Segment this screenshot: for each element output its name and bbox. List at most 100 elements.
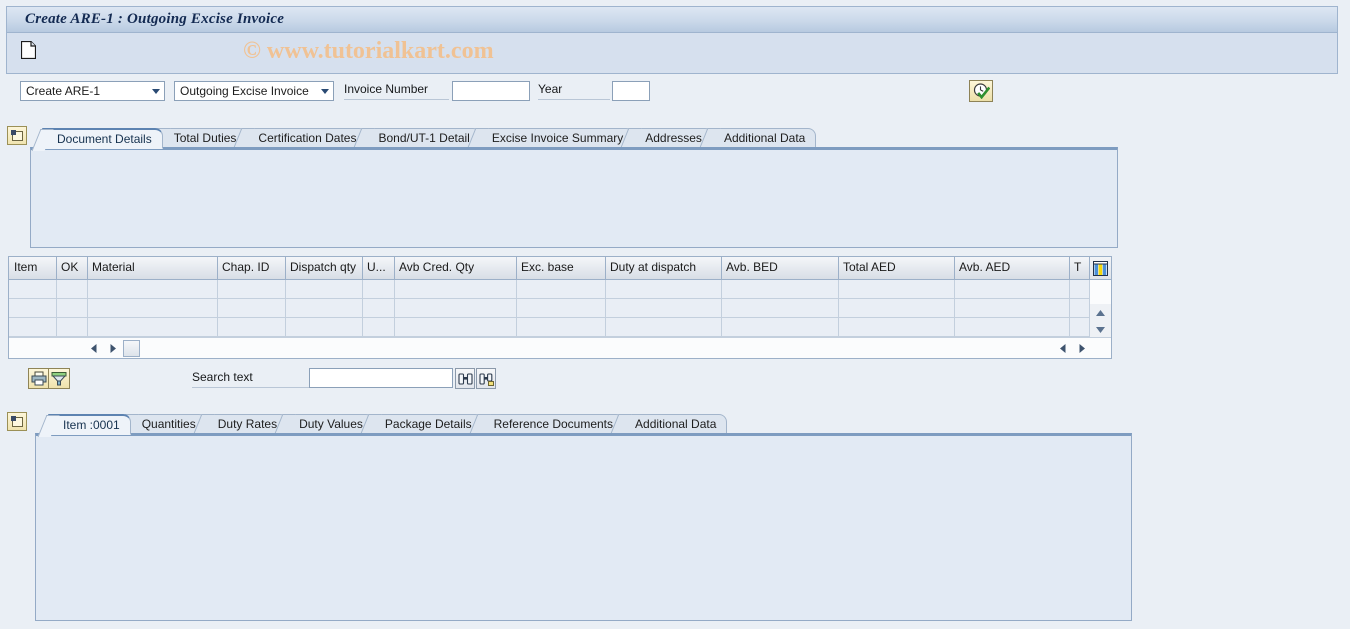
tab-bond-ut-1-detail[interactable]: Bond/UT-1 Detail [363, 128, 481, 149]
tab-additional-data[interactable]: Additional Data [708, 128, 817, 149]
column-header-t[interactable]: T [1070, 257, 1090, 279]
scroll-down-button[interactable] [1090, 321, 1111, 338]
find-next-button[interactable] [476, 368, 496, 389]
scroll-right-button[interactable] [104, 339, 121, 357]
item-tabstrip[interactable]: Item :0001 Quantities Duty Rates Duty Value… [48, 414, 1128, 435]
table-cell[interactable] [57, 318, 88, 336]
table-cell[interactable] [839, 318, 955, 336]
column-header-avb-cred-qty[interactable]: Avb Cred. Qty [395, 257, 517, 279]
table-cell[interactable] [395, 280, 517, 298]
table-row[interactable] [9, 299, 1111, 318]
new-document-icon[interactable] [20, 40, 37, 60]
scroll-left-button[interactable] [85, 339, 102, 357]
column-header-item[interactable]: Item [10, 257, 57, 279]
table-cell[interactable] [839, 280, 955, 298]
table-cell[interactable] [722, 318, 839, 336]
tab-document-details[interactable]: Document Details [42, 128, 163, 149]
search-text-input[interactable] [309, 368, 453, 388]
column-header-duty-at-dispatch[interactable]: Duty at dispatch [606, 257, 722, 279]
execute-button[interactable] [969, 80, 993, 102]
tab-certification-dates[interactable]: Certification Dates [243, 128, 368, 149]
table-row[interactable] [9, 280, 1111, 299]
print-button[interactable] [28, 368, 50, 389]
horizontal-scroll-thumb[interactable] [123, 340, 140, 357]
item-panel-toggle[interactable] [7, 412, 27, 431]
table-cell[interactable] [286, 318, 363, 336]
table-cell[interactable] [517, 318, 606, 336]
clock-check-icon [973, 83, 990, 99]
table-cell[interactable] [10, 280, 57, 298]
header-tabstrip[interactable]: Document Details Total Duties Certificatio… [42, 128, 1142, 149]
items-table-horizontal-scrollbar[interactable] [9, 337, 1111, 358]
table-cell[interactable] [839, 299, 955, 317]
table-cell[interactable] [57, 280, 88, 298]
table-cell[interactable] [1070, 280, 1090, 298]
table-cell[interactable] [88, 299, 218, 317]
table-cell[interactable] [606, 280, 722, 298]
column-header-dispatch-qty[interactable]: Dispatch qty [286, 257, 363, 279]
table-cell[interactable] [395, 318, 517, 336]
invoice-number-input[interactable] [452, 81, 530, 101]
action-select[interactable]: Create ARE-1 [20, 81, 165, 101]
scroll-left-button-right[interactable] [1054, 339, 1071, 357]
table-cell[interactable] [722, 299, 839, 317]
scroll-right-button-right[interactable] [1073, 339, 1090, 357]
table-cell[interactable] [606, 299, 722, 317]
table-cell[interactable] [363, 280, 395, 298]
table-cell[interactable] [363, 299, 395, 317]
table-cell[interactable] [1070, 299, 1090, 317]
table-cell[interactable] [88, 280, 218, 298]
tab-excise-invoice-summary[interactable]: Excise Invoice Summary [476, 128, 635, 149]
scroll-left-icon [1059, 343, 1065, 353]
table-cell[interactable] [1070, 318, 1090, 336]
table-cell[interactable] [955, 318, 1070, 336]
table-cell[interactable] [218, 299, 286, 317]
table-cell[interactable] [606, 318, 722, 336]
year-input[interactable] [612, 81, 650, 101]
table-row[interactable] [9, 318, 1111, 337]
column-header-material[interactable]: Material [88, 257, 218, 279]
column-header-exc-base[interactable]: Exc. base [517, 257, 606, 279]
table-cell[interactable] [57, 299, 88, 317]
table-settings-button[interactable] [1089, 257, 1111, 279]
scroll-up-button[interactable] [1090, 304, 1111, 321]
page-title: Create ARE-1 : Outgoing Excise Invoice [25, 11, 285, 27]
find-button[interactable] [455, 368, 475, 389]
items-table[interactable]: Item OK Material Chap. ID Dispatch qty U... Av… [8, 256, 1112, 359]
column-header-avb-bed[interactable]: Avb. BED [722, 257, 839, 279]
tab-label: Bond/UT-1 Detail [378, 131, 470, 145]
filter-button[interactable] [48, 368, 70, 389]
items-table-body[interactable] [9, 280, 1111, 338]
table-cell[interactable] [955, 280, 1070, 298]
table-cell[interactable] [286, 299, 363, 317]
header-panel-toggle[interactable] [7, 126, 27, 145]
tab-label: Total Duties [173, 131, 237, 145]
table-cell[interactable] [517, 299, 606, 317]
column-header-ok[interactable]: OK [57, 257, 88, 279]
column-header-u[interactable]: U... [363, 257, 395, 279]
table-cell[interactable] [517, 280, 606, 298]
column-header-total-aed[interactable]: Total AED [839, 257, 955, 279]
table-cell[interactable] [10, 299, 57, 317]
table-cell[interactable] [286, 280, 363, 298]
table-cell[interactable] [218, 280, 286, 298]
tab-label: Reference Documents [493, 417, 614, 431]
tab-reference-documents[interactable]: Reference Documents [478, 414, 625, 435]
window-header: Create ARE-1 : Outgoing Excise Invoice [6, 6, 1338, 74]
table-cell[interactable] [363, 318, 395, 336]
table-cell[interactable] [218, 318, 286, 336]
table-cell[interactable] [395, 299, 517, 317]
column-header-chap-id[interactable]: Chap. ID [218, 257, 286, 279]
table-cell[interactable] [88, 318, 218, 336]
tab-package-details[interactable]: Package Details [369, 414, 483, 435]
table-cell[interactable] [10, 318, 57, 336]
table-cell[interactable] [722, 280, 839, 298]
table-cell[interactable] [955, 299, 1070, 317]
items-table-vertical-scrollbar[interactable] [1089, 280, 1111, 338]
reference-select[interactable]: Outgoing Excise Invoice [174, 81, 334, 101]
tab-item-0001[interactable]: Item :0001 [48, 414, 131, 435]
tab-additional-data[interactable]: Additional Data [620, 414, 728, 435]
column-header-avb-aed[interactable]: Avb. AED [955, 257, 1070, 279]
items-table-header-row: Item OK Material Chap. ID Dispatch qty U... Av… [9, 257, 1111, 280]
tab-label: Excise Invoice Summary [491, 131, 624, 145]
